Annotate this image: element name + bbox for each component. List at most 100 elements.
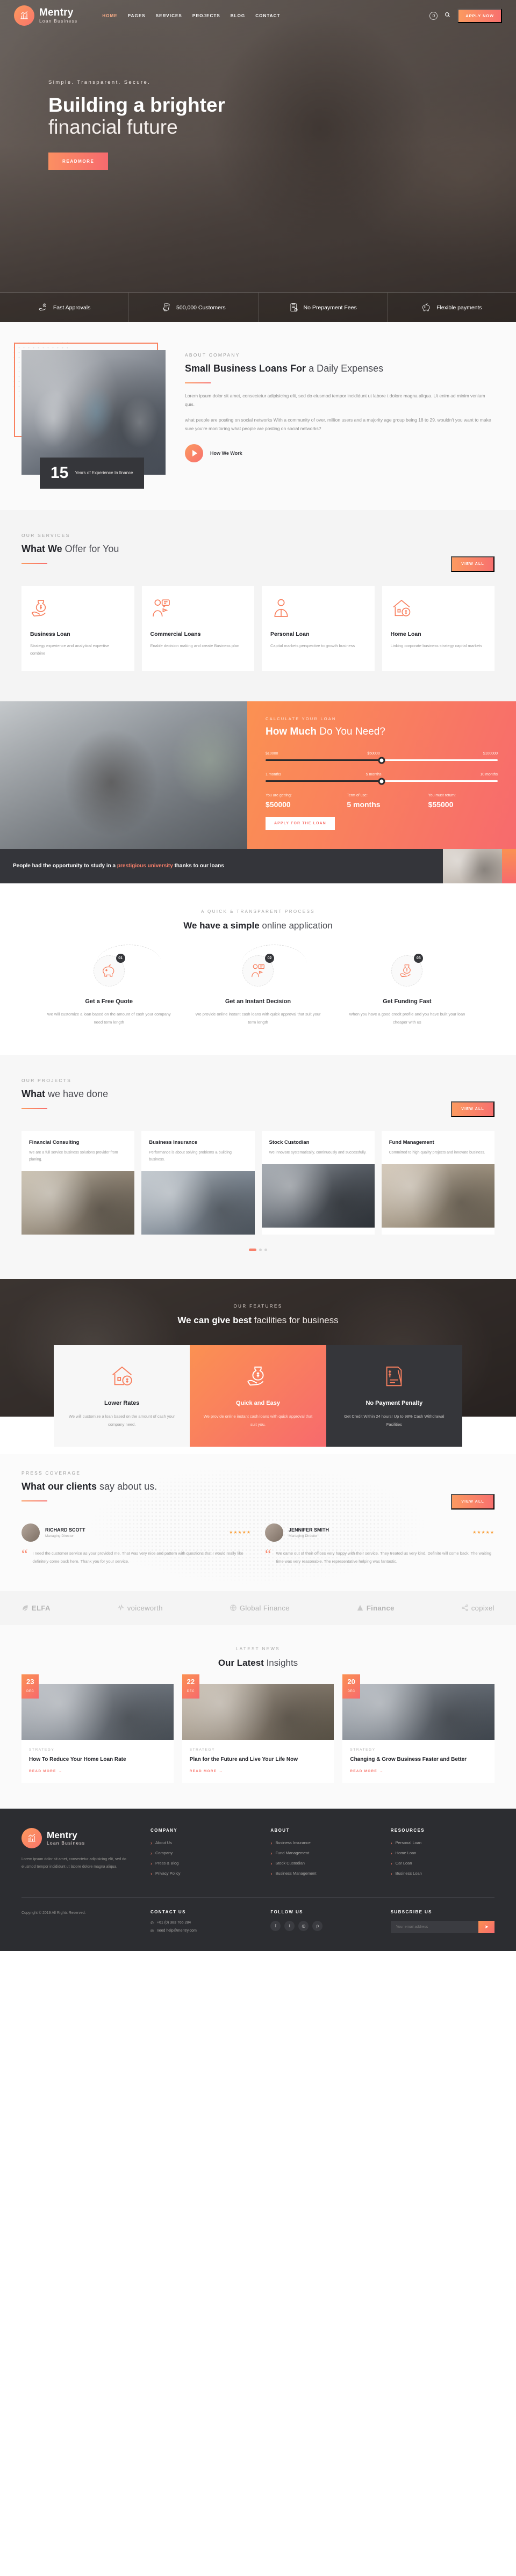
footer-follow: FOLLOW US f t ◎ p	[270, 1910, 374, 1931]
footer-about-text: Lorem ipsum dolor sit amet, consectetur …	[22, 1857, 126, 1869]
result-value: $50000	[266, 800, 291, 809]
step-desc: We will customize a loan based on the am…	[47, 1011, 171, 1025]
about-title-thin: a Daily Expenses	[306, 363, 384, 374]
hero-feature-fast-approvals: Fast Approvals	[0, 293, 130, 322]
project-card-stock-custodian[interactable]: Stock Custodian We innovate systematicall…	[261, 1130, 375, 1235]
term-slider[interactable]	[266, 778, 498, 785]
footer-link[interactable]: Personal Loan	[391, 1840, 494, 1846]
footer-link[interactable]: Business Management	[270, 1871, 374, 1876]
main-nav[interactable]: HOME PAGES SERVICES PROJECTS BLOG CONTAC…	[102, 13, 280, 18]
feature-title: No Payment Penalty	[366, 1400, 423, 1407]
hero-readmore-button[interactable]: READMORE	[48, 152, 109, 170]
projects-carousel-dots[interactable]	[0, 1248, 516, 1251]
service-card-desc: Linking corporate business strategy capi…	[390, 643, 483, 648]
arrow-right-icon: →	[58, 1769, 63, 1773]
result-label: You are getting:	[266, 794, 292, 798]
footer-link[interactable]: Fund Management	[270, 1851, 374, 1856]
nav-item-home[interactable]: HOME	[102, 13, 117, 18]
title-underline	[22, 1500, 47, 1501]
carousel-dot[interactable]	[259, 1248, 262, 1251]
carousel-dot[interactable]	[264, 1248, 267, 1251]
subscribe-send-button[interactable]: ➤	[478, 1920, 494, 1933]
project-card-business-insurance[interactable]: Business Insurance Performance is about s…	[141, 1130, 255, 1235]
nav-item-projects[interactable]: PROJECTS	[192, 13, 220, 18]
project-card-financial-consulting[interactable]: Financial Consulting We are a full servic…	[22, 1130, 135, 1235]
nav-item-pages[interactable]: PAGES	[128, 13, 146, 18]
blog-read-more-link[interactable]: READ MORE →	[190, 1769, 327, 1773]
nav-item-blog[interactable]: BLOG	[231, 13, 246, 18]
blog-read-more-link[interactable]: READ MORE →	[350, 1769, 487, 1773]
term-slider-fill	[266, 780, 382, 782]
play-icon[interactable]	[185, 444, 203, 462]
how-we-work-button[interactable]: How We Work	[185, 444, 494, 462]
instagram-icon[interactable]: ◎	[298, 1920, 309, 1931]
feature-card-quick-and-easy[interactable]: Quick and Easy We provide online instant…	[190, 1345, 326, 1447]
services-view-all-button[interactable]: VIEW ALL	[451, 556, 494, 572]
facebook-icon[interactable]: f	[270, 1920, 281, 1931]
twitter-icon[interactable]: t	[284, 1920, 295, 1931]
logo[interactable]: Mentry Loan Business	[14, 5, 77, 26]
apply-for-loan-button[interactable]: APPLY FOR THE LOAN	[266, 817, 335, 831]
testimonials-section: PRESS COVERAGE What our clients say abou…	[0, 1454, 516, 1591]
blog-title-bold: Our Latest	[218, 1657, 264, 1668]
quote-strip-photo	[443, 849, 502, 884]
subscribe-email-input[interactable]	[390, 1920, 479, 1933]
service-card-business-loan[interactable]: Business Loan Strategy experience and an…	[22, 585, 134, 672]
nav-item-services[interactable]: SERVICES	[156, 13, 182, 18]
footer-link[interactable]: Company	[150, 1851, 254, 1856]
amount-slider-handle[interactable]	[378, 757, 385, 764]
about-title: Small Business Loans For a Daily Expense…	[185, 362, 494, 375]
service-card-home-loan[interactable]: Home Loan Linking corporate business str…	[382, 585, 494, 672]
testimonials-view-all-button[interactable]: VIEW ALL	[451, 1493, 494, 1510]
footer-link[interactable]: Press & Blog	[150, 1861, 254, 1866]
home-dollar-icon	[391, 598, 486, 621]
project-desc: Committed to high quality projects and i…	[389, 1150, 485, 1155]
testimonial-role: Managing Director	[289, 1534, 318, 1538]
blog-card-3[interactable]: 20 DEC STRATEGY Changing & Grow Business…	[342, 1674, 495, 1783]
logo-chart-icon	[14, 5, 34, 26]
arrow-right-icon: →	[379, 1769, 384, 1773]
project-title: Business Insurance	[149, 1139, 198, 1145]
blog-date-month: DEC	[187, 1689, 195, 1693]
nav-item-contact[interactable]: CONTACT	[255, 13, 280, 18]
amount-slider[interactable]	[266, 757, 498, 764]
project-title: Financial Consulting	[29, 1139, 80, 1145]
logo-tagline: Loan Business	[39, 18, 78, 24]
search-icon[interactable]	[445, 12, 450, 19]
quote-strip-text: People had the opportunity to study in a…	[13, 862, 224, 870]
footer-column-about: ABOUT Business Insurance Fund Management…	[270, 1828, 374, 1881]
cart-icon[interactable]: 0	[429, 11, 438, 20]
result-term: Term of use: 5 months	[347, 794, 416, 809]
site-footer: Mentry Loan Business Lorem ipsum dolor s…	[0, 1808, 516, 1951]
blog-card-2[interactable]: 22 DEC STRATEGY Plan for the Future and …	[182, 1674, 334, 1783]
footer-link[interactable]: Business Insurance	[270, 1840, 374, 1846]
projects-view-all-button[interactable]: VIEW ALL	[451, 1101, 494, 1117]
project-card-fund-management[interactable]: Fund Management Committed to high quality…	[381, 1130, 494, 1235]
footer-link[interactable]: About Us	[150, 1840, 254, 1846]
service-card-title: Home Loan	[390, 630, 421, 637]
term-slider-handle[interactable]	[378, 778, 385, 785]
service-card-commercial-loans[interactable]: Commercial Loans Enable decision making …	[141, 585, 254, 672]
footer-email[interactable]: ✉ need help@mentry.com	[150, 1929, 254, 1933]
footer-logo-tagline: Loan Business	[47, 1840, 85, 1846]
pinterest-icon[interactable]: p	[312, 1920, 323, 1931]
person-icon	[270, 598, 366, 621]
blog-read-more-link[interactable]: READ MORE →	[29, 1769, 166, 1773]
client-name: copixel	[471, 1603, 494, 1612]
footer-link[interactable]: Stock Custodian	[270, 1861, 374, 1866]
footer-phone[interactable]: ✆ +61 (0) 383 766 284	[150, 1921, 254, 1925]
footer-link[interactable]: Home Loan	[391, 1851, 494, 1856]
apply-now-button[interactable]: APPLY NOW	[457, 8, 502, 23]
service-card-personal-loan[interactable]: Personal Loan Capital markets perspectiv…	[262, 585, 375, 672]
footer-link[interactable]: Car Loan	[391, 1861, 494, 1866]
blog-card-1[interactable]: 23 DEC STRATEGY How To Reduce Your Home …	[22, 1674, 174, 1783]
read-more-label: READ MORE	[29, 1769, 56, 1773]
features-section: OUR FEATURES We can give best facilities…	[0, 1279, 516, 1447]
feature-card-lower-rates[interactable]: Lower Rates We will customize a loan bas…	[54, 1345, 190, 1447]
projects-title-bold: What	[22, 1088, 45, 1099]
carousel-dot-active[interactable]	[249, 1248, 256, 1251]
footer-link[interactable]: Privacy Policy	[150, 1871, 254, 1876]
feature-card-no-payment-penalty[interactable]: No Payment Penalty Get Credit Within 24 …	[326, 1345, 462, 1447]
step-number: 01	[116, 953, 125, 963]
footer-link[interactable]: Business Loan	[391, 1871, 494, 1876]
